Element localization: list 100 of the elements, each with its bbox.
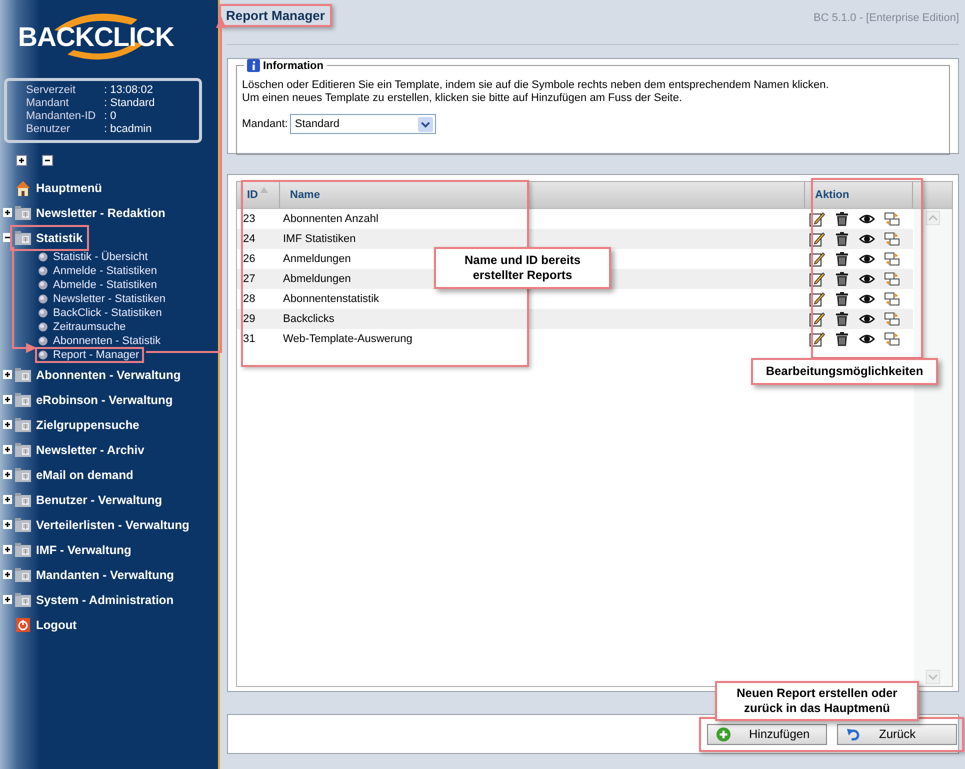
info-text: Löschen oder Editieren Sie ein Template, indem sie auf die Symbole rechts neben dem entsprechendem Namen klicken. [242, 79, 830, 92]
bullet-icon [38, 266, 48, 276]
table-cell-text: 29 [242, 313, 256, 325]
nav-item[interactable]: eRobinson - Verwaltung [10, 386, 179, 412]
edit-icon[interactable] [809, 211, 825, 227]
bullet-icon [38, 336, 48, 346]
nav-item[interactable]: System - Administration [10, 586, 180, 612]
plus-icon [716, 726, 731, 742]
trash-icon[interactable] [834, 311, 850, 327]
bullet-icon [38, 308, 48, 318]
nav-label: Verteilerlisten - Verwaltung [36, 518, 190, 532]
info-value: : bcadmin [104, 123, 152, 136]
mail-swap-icon[interactable] [884, 331, 900, 347]
trash-icon[interactable] [834, 291, 850, 307]
trash-icon[interactable] [834, 251, 850, 267]
expand-icon[interactable] [3, 208, 12, 217]
column-header[interactable]: Aktion [805, 182, 913, 208]
expand-icon[interactable] [3, 445, 12, 454]
nav-subitem[interactable]: Report - Manager [35, 347, 144, 363]
bullet-icon [38, 280, 48, 290]
nav-item[interactable]: Mandanten - Verwaltung [10, 562, 180, 588]
table-cell-text: 26 [242, 253, 256, 265]
edit-icon[interactable] [809, 251, 825, 267]
edit-icon[interactable] [809, 271, 825, 287]
table-cell-text: 27 [242, 273, 256, 285]
mail-swap-icon[interactable] [884, 251, 900, 267]
expand-icon[interactable] [3, 395, 12, 404]
mandant-label: Mandant: [242, 118, 288, 130]
folder-icon [14, 228, 32, 246]
nav-subitem[interactable]: Abonnenten - Statistik [35, 333, 166, 349]
power-icon [14, 616, 32, 634]
folder-icon [14, 366, 32, 384]
column-header[interactable]: Name [280, 182, 805, 208]
trash-icon[interactable] [834, 271, 850, 287]
mail-swap-icon[interactable] [884, 311, 900, 327]
nav-subitem[interactable]: Anmelde - Statistiken [35, 263, 162, 279]
info-value: : Standard [104, 97, 155, 110]
expand-icon[interactable] [3, 495, 12, 504]
callout-note: Bearbeitungsmöglichkeiten [751, 358, 938, 385]
nav-item[interactable]: Logout [10, 612, 83, 638]
nav-subitem[interactable]: Newsletter - Statistiken [35, 291, 170, 307]
trash-icon[interactable] [834, 231, 850, 247]
collapse-all-icon[interactable] [42, 155, 53, 166]
nav-item[interactable]: Statistik [10, 224, 89, 250]
edit-icon[interactable] [809, 231, 825, 247]
nav-label: IMF - Verwaltung [36, 542, 132, 556]
trash-icon[interactable] [834, 211, 850, 227]
edit-icon[interactable] [809, 331, 825, 347]
dropdown-icon[interactable] [418, 116, 433, 132]
nav-label: Statistik - Übersicht [53, 251, 148, 263]
bullet-icon [38, 322, 48, 332]
folder-icon [14, 590, 32, 608]
version-label: BC 5.1.0 - [Enterprise Edition] [813, 11, 959, 24]
nav-item[interactable]: Verteilerlisten - Verwaltung [10, 512, 196, 538]
nav-item[interactable]: Hauptmenü [10, 174, 108, 200]
nav-subitem[interactable]: Zeitraumsuche [35, 319, 131, 335]
nav-item[interactable]: Newsletter - Redaktion [10, 200, 172, 226]
nav-item[interactable]: Newsletter - Archiv [10, 436, 150, 462]
mandant-dropdown[interactable]: Standard [290, 114, 436, 134]
mail-swap-icon[interactable] [884, 291, 900, 307]
expand-icon[interactable] [3, 570, 12, 579]
expand-icon[interactable] [3, 545, 12, 554]
info-heading: Information [263, 60, 324, 72]
nav-label: eRobinson - Verwaltung [36, 392, 173, 406]
undo-icon [846, 726, 861, 742]
expand-icon[interactable] [3, 470, 12, 479]
nav-label: eMail on demand [36, 468, 134, 482]
edit-icon[interactable] [809, 311, 825, 327]
column-header[interactable]: ID [237, 182, 280, 208]
mail-swap-icon[interactable] [884, 231, 900, 247]
nav-item[interactable]: Zielgruppensuche [10, 412, 146, 438]
annotation-arrow [12, 343, 37, 353]
edit-icon[interactable] [809, 291, 825, 307]
folder-icon [14, 466, 32, 484]
expand-icon[interactable] [3, 370, 12, 379]
nav-subitem[interactable]: Abmelde - Statistiken [35, 277, 162, 293]
expand-icon[interactable] [3, 420, 12, 429]
expand-icon[interactable] [3, 595, 12, 604]
nav-label: Report - Manager [53, 349, 140, 361]
action-button[interactable]: Zurück [837, 724, 957, 744]
expand-all-icon[interactable] [16, 155, 27, 166]
mail-swap-icon[interactable] [884, 271, 900, 287]
trash-icon[interactable] [834, 331, 850, 347]
nav-subitem[interactable]: BackClick - Statistiken [35, 305, 167, 321]
table-cell: Abonnenten Anzahl [283, 213, 378, 225]
nav-item[interactable]: eMail on demand [10, 462, 140, 488]
nav-item[interactable]: Benutzer - Verwaltung [10, 486, 168, 512]
info-label: Mandanten-ID [26, 110, 97, 123]
table-cell-text: 24 [242, 233, 256, 245]
action-button[interactable]: Hinzufügen [707, 724, 827, 744]
nav-label: BackClick - Statistiken [53, 307, 162, 319]
nav-label: Statistik [36, 230, 83, 244]
table-cell: Abonnentenstatistik [283, 293, 380, 305]
nav-item[interactable]: Abonnenten - Verwaltung [10, 362, 187, 388]
nav-item[interactable]: IMF - Verwaltung [10, 536, 138, 562]
mail-swap-icon[interactable] [884, 211, 900, 227]
expand-icon[interactable] [3, 520, 12, 529]
folder-icon [14, 440, 32, 458]
info-value: : 0 [104, 110, 116, 123]
nav-subitem[interactable]: Statistik - Übersicht [35, 249, 153, 265]
